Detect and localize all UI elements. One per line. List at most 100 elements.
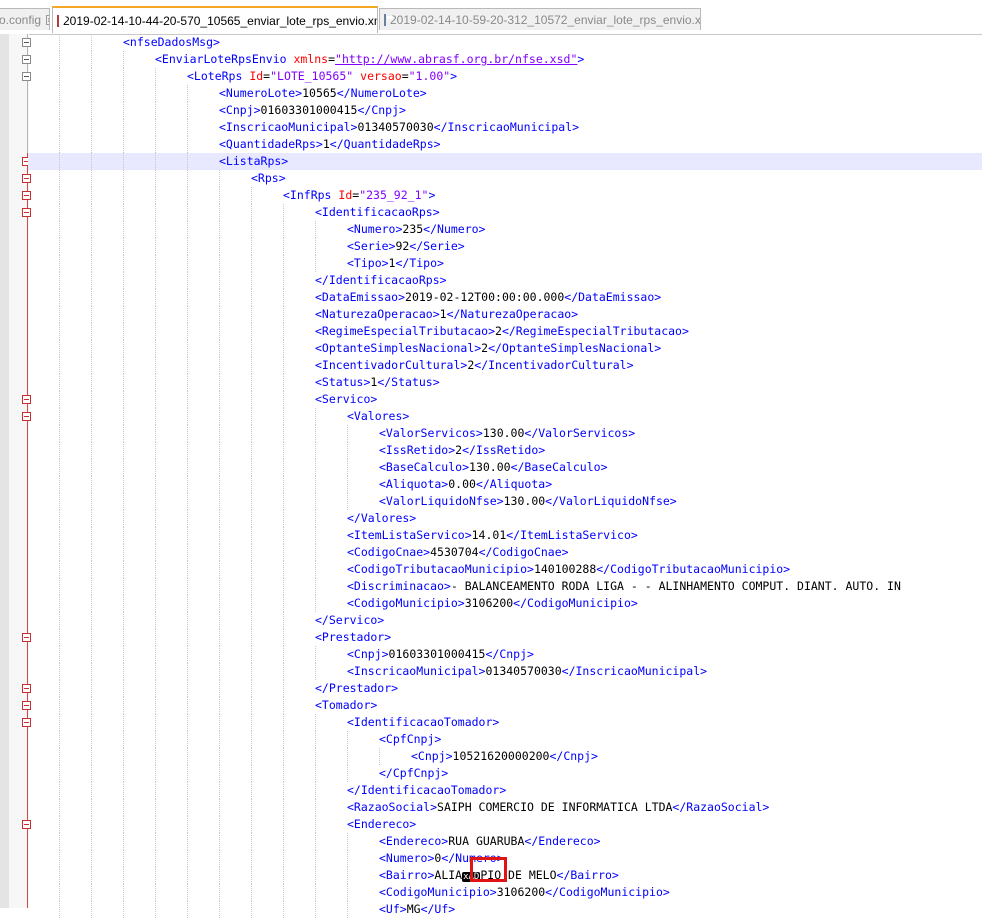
- indent-guide: [315, 748, 316, 765]
- indent-guide: [283, 272, 284, 289]
- code-line[interactable]: <Numero>235</Numero>: [28, 221, 982, 238]
- indent-guide: [315, 595, 316, 612]
- line-content: <BaseCalculo>130.00</BaseCalculo>: [379, 459, 608, 476]
- code-line[interactable]: </Prestador>: [28, 680, 982, 697]
- code-line[interactable]: </Servico>: [28, 612, 982, 629]
- indent-guide: [59, 714, 60, 731]
- code-line[interactable]: <Cnpj>10521620000200</Cnpj>: [28, 748, 982, 765]
- indent-guide: [251, 833, 252, 850]
- indent-guide: [187, 493, 188, 510]
- indent-guide: [187, 697, 188, 714]
- code-line[interactable]: <Discriminacao>- BALANCEAMENTO RODA LIGA…: [28, 578, 982, 595]
- indent-guide: [155, 289, 156, 306]
- indent-guide: [347, 425, 348, 442]
- code-line[interactable]: <RegimeEspecialTributacao>2</RegimeEspec…: [28, 323, 982, 340]
- indent-guide: [155, 680, 156, 697]
- code-line[interactable]: <Cnpj>01603301000415</Cnpj>: [28, 646, 982, 663]
- code-line[interactable]: <IdentificacaoTomador>: [28, 714, 982, 731]
- indent-guide: [187, 289, 188, 306]
- xml-tag: <CodigoMunicipio>: [379, 885, 497, 899]
- xml-tag: </CodigoMunicipio>: [545, 885, 670, 899]
- indent-guide: [123, 544, 124, 561]
- code-line[interactable]: <ValorServicos>130.00</ValorServicos>: [28, 425, 982, 442]
- indent-guide: [187, 323, 188, 340]
- code-line[interactable]: <OptanteSimplesNacional>2</OptanteSimple…: [28, 340, 982, 357]
- code-line[interactable]: <CodigoTributacaoMunicipio>140100288</Co…: [28, 561, 982, 578]
- indent-guide: [123, 493, 124, 510]
- indent-guide: [251, 782, 252, 799]
- code-line[interactable]: <Endereco>: [28, 816, 982, 833]
- code-line[interactable]: <CodigoMunicipio>3106200</CodigoMunicipi…: [28, 884, 982, 901]
- code-line[interactable]: <IncentivadorCultural>2</IncentivadorCul…: [28, 357, 982, 374]
- code-line[interactable]: <LoteRps Id="LOTE_10565" versao="1.00">: [28, 68, 982, 85]
- code-line[interactable]: <Prestador>: [28, 629, 982, 646]
- indent-guide: [251, 374, 252, 391]
- code-line[interactable]: <IssRetido>2</IssRetido>: [28, 442, 982, 459]
- indent-guide: [251, 442, 252, 459]
- code-line[interactable]: <Serie>92</Serie>: [28, 238, 982, 255]
- indent-guide: [315, 255, 316, 272]
- code-line[interactable]: <InfRps Id="235_92_1">: [28, 187, 982, 204]
- code-line[interactable]: <Rps>: [28, 170, 982, 187]
- tab-active-xml[interactable]: 2019-02-14-10-44-20-570_10565_enviar_lot…: [52, 6, 378, 33]
- code-line[interactable]: <QuantidadeRps>1</QuantidadeRps>: [28, 136, 982, 153]
- indent-guide: [155, 306, 156, 323]
- code-line[interactable]: <RazaoSocial>SAIPH COMERCIO DE INFORMATI…: [28, 799, 982, 816]
- indent-guide: [315, 816, 316, 833]
- xml-tag: <InscricaoMunicipal>: [219, 120, 358, 134]
- xml-tag: </Bairro>: [556, 868, 619, 882]
- xml-tag: </IncentivadorCultural>: [474, 358, 634, 372]
- indent-guide: [155, 238, 156, 255]
- code-line[interactable]: </IdentificacaoRps>: [28, 272, 982, 289]
- code-line[interactable]: <CodigoCnae>4530704</CodigoCnae>: [28, 544, 982, 561]
- code-line[interactable]: <EnviarLoteRpsEnvio xmlns="http://www.ab…: [28, 51, 982, 68]
- code-line[interactable]: <CpfCnpj>: [28, 731, 982, 748]
- tab-config[interactable]: o.config ×: [0, 8, 50, 30]
- indent-guide: [315, 901, 316, 918]
- code-line[interactable]: <DataEmissao>2019-02-12T00:00:00.000</Da…: [28, 289, 982, 306]
- indent-guide: [91, 646, 92, 663]
- tab-other-xml[interactable]: 2019-02-14-10-59-20-312_10572_enviar_lot…: [379, 8, 701, 30]
- editor-pane[interactable]: <nfseDadosMsg> <EnviarLoteRpsEnvio xmlns=…: [0, 34, 982, 918]
- indent-guide: [59, 782, 60, 799]
- xml-tag: <CodigoCnae>: [347, 545, 431, 559]
- code-line[interactable]: <Tipo>1</Tipo>: [28, 255, 982, 272]
- fold-margin[interactable]: [9, 34, 31, 908]
- xml-tag: <BaseCalculo>: [379, 460, 470, 474]
- code-line[interactable]: <InscricaoMunicipal>01340570030</Inscric…: [28, 119, 982, 136]
- tab-label: 2019-02-14-10-44-20-570_10565_enviar_lot…: [63, 13, 378, 28]
- indent-guide: [315, 544, 316, 561]
- code-line[interactable]: <Status>1</Status>: [28, 374, 982, 391]
- code-lines[interactable]: <nfseDadosMsg> <EnviarLoteRpsEnvio xmlns=…: [28, 34, 982, 918]
- xml-tag: </RegimeEspecialTributacao>: [501, 324, 689, 338]
- code-line[interactable]: </Valores>: [28, 510, 982, 527]
- code-line[interactable]: <CodigoMunicipio>3106200</CodigoMunicipi…: [28, 595, 982, 612]
- code-line[interactable]: </IdentificacaoTomador>: [28, 782, 982, 799]
- indent-guide: [283, 901, 284, 918]
- code-line[interactable]: <NumeroLote>10565</NumeroLote>: [28, 85, 982, 102]
- code-line[interactable]: <ItemListaServico>14.01</ItemListaServic…: [28, 527, 982, 544]
- close-icon[interactable]: ×: [46, 14, 49, 25]
- indent-guide: [283, 459, 284, 476]
- code-line[interactable]: <InscricaoMunicipal>01340570030</Inscric…: [28, 663, 982, 680]
- xml-tag: <Cnpj>: [219, 103, 261, 117]
- indent-guide: [283, 221, 284, 238]
- indent-guide: [155, 391, 156, 408]
- code-line[interactable]: <Uf>MG</Uf>: [28, 901, 982, 918]
- code-line[interactable]: </CpfCnpj>: [28, 765, 982, 782]
- code-line[interactable]: <IdentificacaoRps>: [28, 204, 982, 221]
- indent-guide: [315, 459, 316, 476]
- code-line[interactable]: <ValorLiquidoNfse>130.00</ValorLiquidoNf…: [28, 493, 982, 510]
- code-line[interactable]: <Valores>: [28, 408, 982, 425]
- code-line[interactable]: <BaseCalculo>130.00</BaseCalculo>: [28, 459, 982, 476]
- xml-tag: <OptanteSimplesNacional>: [315, 341, 482, 355]
- code-line[interactable]: <nfseDadosMsg>: [28, 34, 982, 51]
- code-line[interactable]: <Servico>: [28, 391, 982, 408]
- code-line[interactable]: <Endereco>RUA GUARUBA</Endereco>: [28, 833, 982, 850]
- code-line[interactable]: <Aliquota>0.00</Aliquota>: [28, 476, 982, 493]
- code-line[interactable]: <ListaRps>: [28, 153, 982, 170]
- code-line[interactable]: <Cnpj>01603301000415</Cnpj>: [28, 102, 982, 119]
- xml-tag: </NaturezaOperacao>: [446, 307, 579, 321]
- code-line[interactable]: <NaturezaOperacao>1</NaturezaOperacao>: [28, 306, 982, 323]
- code-line[interactable]: <Tomador>: [28, 697, 982, 714]
